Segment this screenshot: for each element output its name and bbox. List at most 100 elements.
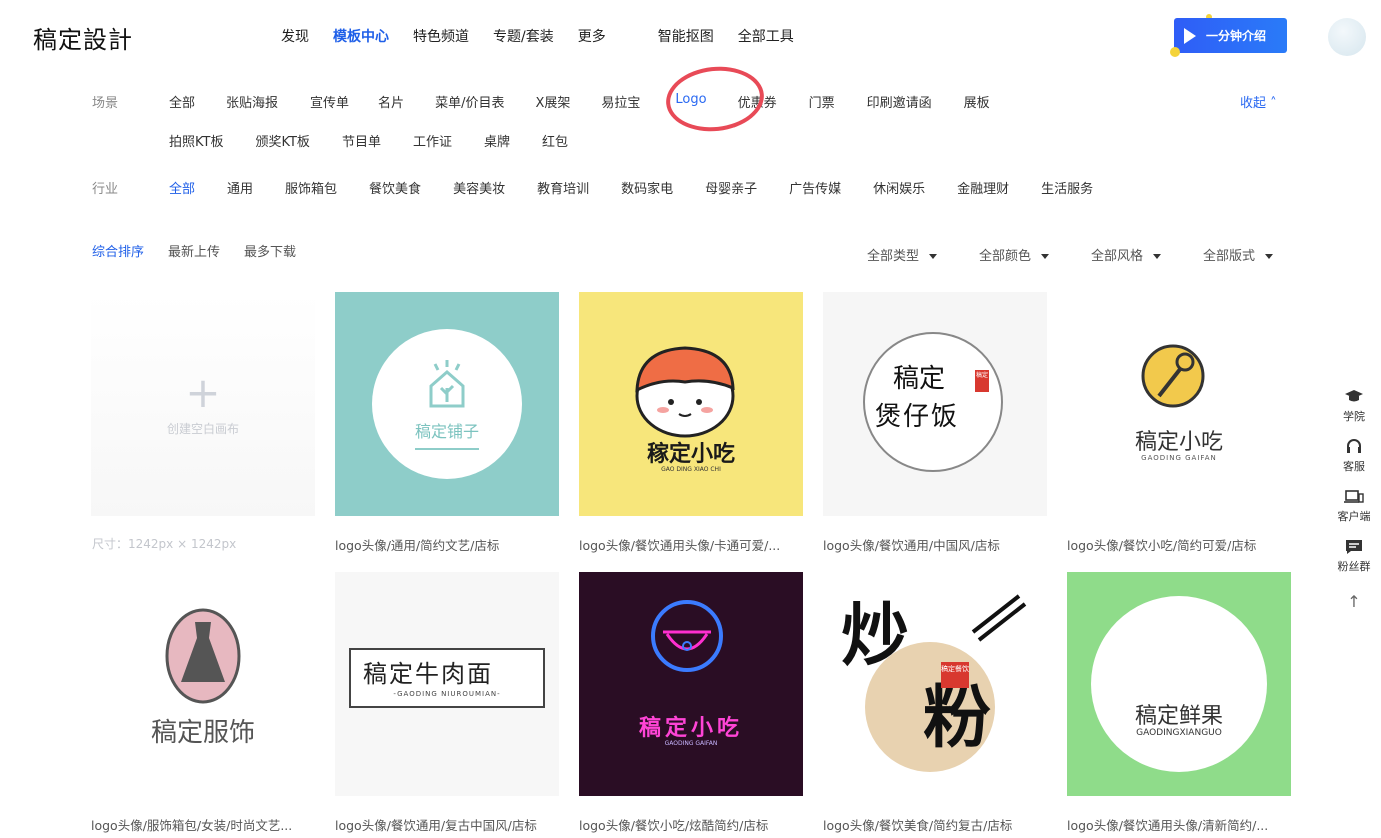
brand-logo[interactable]: 稿定設計 bbox=[33, 20, 133, 55]
collapse-label: 收起 bbox=[1240, 96, 1267, 111]
sushi-illustration bbox=[635, 346, 735, 438]
sidebar-item-academy[interactable]: 学院 bbox=[1343, 388, 1365, 424]
color-dropdown[interactable]: 全部颜色 bbox=[979, 245, 1050, 264]
template-title: 稿定小吃 bbox=[1134, 430, 1223, 455]
nav-more[interactable]: 更多 bbox=[578, 26, 606, 46]
template-title: 稿定铺子 bbox=[414, 422, 479, 441]
industry-leisure[interactable]: 休闲娱乐 bbox=[873, 178, 925, 197]
sort-newest[interactable]: 最新上传 bbox=[168, 241, 220, 260]
scene-logo[interactable]: Logo bbox=[671, 92, 711, 112]
template-subtitle: -GAODING NIUROUMIAN- bbox=[393, 690, 501, 698]
industry-apparel[interactable]: 服饰箱包 bbox=[285, 178, 337, 197]
layout-dropdown[interactable]: 全部版式 bbox=[1203, 245, 1274, 264]
template-caption[interactable]: logo头像/餐饮通用/中国风/店标 bbox=[823, 535, 1047, 554]
intro-video-button[interactable]: 一分钟介绍 bbox=[1174, 18, 1287, 53]
industry-education[interactable]: 教育培训 bbox=[537, 178, 589, 197]
type-dropdown[interactable]: 全部类型 bbox=[867, 245, 938, 264]
template-card[interactable]: 稿定铺子 bbox=[335, 292, 559, 516]
template-caption[interactable]: logo头像/餐饮小吃/炫酷简约/店标 bbox=[579, 815, 803, 834]
industry-digital[interactable]: 数码家电 bbox=[621, 178, 673, 197]
scene-award-kt[interactable]: 颁奖KT板 bbox=[255, 131, 309, 150]
sidebar-label: 客服 bbox=[1343, 460, 1365, 473]
template-caption[interactable]: logo头像/餐饮通用/复古中国风/店标 bbox=[335, 815, 559, 834]
template-subtitle: GAODINGXIANGUO bbox=[1136, 728, 1222, 738]
template-card[interactable]: 稼定小吃 GAO DING XIAO CHI bbox=[579, 292, 803, 516]
nav-discover[interactable]: 发现 bbox=[281, 26, 309, 46]
industry-media[interactable]: 广告传媒 bbox=[789, 178, 841, 197]
template-card[interactable]: 稿定 煲仔饭 稿定 bbox=[823, 292, 1047, 516]
seal-stamp: 稿定 bbox=[975, 370, 989, 392]
sidebar-label: 学院 bbox=[1343, 410, 1365, 423]
template-card[interactable]: 稿定牛肉面 -GAODING NIUROUMIAN- bbox=[335, 572, 559, 796]
template-title: 炒 bbox=[841, 596, 910, 676]
page: 稿定設計 发现 模板中心 特色频道 专题/套装 更多 智能抠图 全部工具 一分钟… bbox=[0, 0, 1381, 838]
template-title: 稼定小吃 bbox=[646, 441, 735, 467]
scene-x-stand[interactable]: X展架 bbox=[535, 92, 570, 111]
template-title: 稿定 bbox=[893, 364, 946, 394]
sidebar-label: 粉丝群 bbox=[1337, 560, 1371, 573]
avatar[interactable] bbox=[1328, 18, 1366, 56]
template-title: 稿定服饰 bbox=[150, 718, 255, 748]
template-card[interactable]: 稿定小吃 GAODING GAIFAN bbox=[579, 572, 803, 796]
sort-most-downloads[interactable]: 最多下载 bbox=[244, 241, 296, 260]
neon-bowl-icon bbox=[651, 600, 723, 672]
scene-invitation[interactable]: 印刷邀请函 bbox=[867, 92, 932, 111]
template-caption[interactable]: logo头像/餐饮通用头像/卡通可爱/... bbox=[579, 535, 803, 554]
template-title: 稿定牛肉面 bbox=[363, 660, 493, 688]
sidebar-item-client[interactable]: 客户端 bbox=[1338, 488, 1371, 524]
scene-all[interactable]: 全部 bbox=[169, 92, 195, 111]
back-to-top-icon[interactable]: ↑ bbox=[1347, 592, 1360, 611]
layout-dropdown-label: 全部版式 bbox=[1203, 249, 1256, 264]
industry-life[interactable]: 生活服务 bbox=[1041, 178, 1093, 197]
industry-beauty[interactable]: 美容美妆 bbox=[453, 178, 505, 197]
scene-program[interactable]: 节目单 bbox=[342, 131, 381, 150]
nav-smart-cutout[interactable]: 智能抠图 bbox=[658, 26, 714, 46]
nav-all-tools[interactable]: 全部工具 bbox=[738, 26, 794, 46]
template-card[interactable]: 稿定小吃 GAODING GAIFAN bbox=[1067, 292, 1291, 516]
scene-badge[interactable]: 工作证 bbox=[413, 131, 452, 150]
industry-food[interactable]: 餐饮美食 bbox=[369, 178, 421, 197]
create-blank-label: 创建空白画布 bbox=[166, 421, 239, 436]
chevron-up-icon: ˄ bbox=[1270, 96, 1277, 111]
template-caption[interactable]: logo头像/服饰箱包/女装/时尚文艺... bbox=[91, 815, 315, 834]
nav-templates[interactable]: 模板中心 bbox=[333, 26, 389, 66]
template-preview bbox=[1091, 596, 1267, 772]
scene-menu[interactable]: 菜单/价目表 bbox=[435, 92, 504, 111]
scene-flyer[interactable]: 宣传单 bbox=[310, 92, 349, 111]
scene-photo-kt[interactable]: 拍照KT板 bbox=[169, 131, 223, 150]
scene-poster[interactable]: 张贴海报 bbox=[226, 92, 278, 111]
industry-finance[interactable]: 金融理财 bbox=[957, 178, 1009, 197]
template-caption[interactable]: logo头像/通用/简约文艺/店标 bbox=[335, 535, 559, 554]
template-card[interactable]: 稿定服饰 bbox=[91, 572, 315, 796]
sidebar-item-fans[interactable]: 粉丝群 bbox=[1338, 538, 1371, 574]
scene-ticket[interactable]: 门票 bbox=[809, 92, 835, 111]
industry-baby[interactable]: 母婴亲子 bbox=[705, 178, 757, 197]
nav-topics[interactable]: 专题/套装 bbox=[493, 26, 554, 46]
template-subtitle: GAODING GAIFAN bbox=[1141, 454, 1217, 462]
industry-general[interactable]: 通用 bbox=[227, 178, 253, 197]
template-card[interactable]: 稿定鲜果 GAODINGXIANGUO bbox=[1067, 572, 1291, 796]
scene-card[interactable]: 名片 bbox=[378, 92, 404, 111]
scene-table-card[interactable]: 桌牌 bbox=[484, 131, 510, 150]
scene-board[interactable]: 展板 bbox=[964, 92, 990, 111]
template-subtitle: GAO DING XIAO CHI bbox=[661, 466, 721, 473]
collapse-filters-button[interactable]: 收起 ˄ bbox=[1240, 92, 1277, 111]
nav-features[interactable]: 特色频道 bbox=[413, 26, 469, 46]
template-caption[interactable]: logo头像/餐饮美食/简约复古/店标 bbox=[823, 815, 1047, 834]
sidebar-item-support[interactable]: 客服 bbox=[1343, 438, 1365, 474]
industry-all[interactable]: 全部 bbox=[164, 178, 200, 198]
template-title: 煲仔饭 bbox=[875, 402, 960, 432]
template-card[interactable]: 炒 粉 稿定餐饮 bbox=[823, 572, 1047, 796]
sort-overall[interactable]: 综合排序 bbox=[92, 241, 144, 260]
seal-stamp: 稿定餐饮 bbox=[941, 662, 969, 688]
plus-icon: + bbox=[185, 367, 221, 417]
scene-red-envelope[interactable]: 红包 bbox=[542, 131, 568, 150]
scene-rollup[interactable]: 易拉宝 bbox=[601, 92, 640, 111]
template-caption[interactable]: logo头像/餐饮小吃/简约可爱/店标 bbox=[1067, 535, 1291, 554]
style-dropdown[interactable]: 全部风格 bbox=[1091, 245, 1162, 264]
template-subtitle: GAODING GAIFAN bbox=[664, 740, 718, 747]
scene-coupon[interactable]: 优惠券 bbox=[738, 92, 777, 111]
create-blank-canvas-card[interactable]: + 创建空白画布 bbox=[91, 292, 315, 516]
chat-icon bbox=[1344, 538, 1364, 556]
template-caption[interactable]: logo头像/餐饮通用头像/清新简约/... bbox=[1067, 815, 1291, 834]
